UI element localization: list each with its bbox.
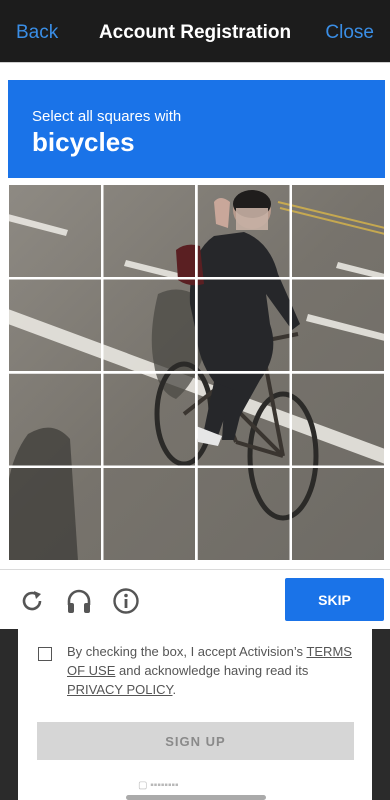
watermark-icon: ▢ ▪▪▪▪▪▪▪▪ <box>138 780 179 791</box>
captcha-tile-r3c1[interactable] <box>8 371 103 468</box>
captcha-prompt: Select all squares with bicycles <box>8 80 385 178</box>
captcha-tile-r3c2[interactable] <box>101 371 197 468</box>
captcha-tile-r4c2[interactable] <box>101 466 197 561</box>
captcha-tile-r4c4[interactable] <box>290 466 385 561</box>
home-indicator <box>126 795 266 800</box>
registration-form: By checking the box, I accept Activision… <box>18 628 372 800</box>
consent-checkbox[interactable] <box>38 647 52 661</box>
consent-prefix: By checking the box, I accept Activision… <box>67 644 307 659</box>
consent-text: By checking the box, I accept Activision… <box>67 642 359 699</box>
captcha-tile-r4c3[interactable] <box>195 466 292 561</box>
captcha-tile-r4c1[interactable] <box>8 466 103 561</box>
skip-button[interactable]: SKIP <box>285 578 384 621</box>
captcha-tile-r1c3[interactable] <box>195 184 292 279</box>
captcha-tile-r2c3[interactable] <box>195 277 292 373</box>
captcha-tile-r3c4[interactable] <box>290 371 385 468</box>
captcha-panel: Select all squares with bicycles SKIP <box>0 62 390 629</box>
captcha-tile-r3c3[interactable] <box>195 371 292 468</box>
captcha-tile-r2c2[interactable] <box>101 277 197 373</box>
captcha-tile-r1c4[interactable] <box>290 184 385 279</box>
captcha-tile-r1c1[interactable] <box>8 184 103 279</box>
captcha-tile-r2c1[interactable] <box>8 277 103 373</box>
privacy-policy-link[interactable]: PRIVACY POLICY <box>67 682 173 697</box>
captcha-tile-r1c2[interactable] <box>101 184 197 279</box>
captcha-tile-r2c4[interactable] <box>290 277 385 373</box>
sign-up-button[interactable]: SIGN UP <box>37 722 354 760</box>
captcha-instruction: Select all squares with <box>32 108 182 125</box>
consent-middle: and acknowledge having read its <box>115 663 309 678</box>
captcha-target: bicycles <box>32 127 135 157</box>
navigation-bar: Back Account Registration Close <box>0 0 390 62</box>
close-button[interactable]: Close <box>325 22 374 44</box>
captcha-image-grid <box>8 184 385 561</box>
info-icon[interactable] <box>111 586 141 616</box>
captcha-toolbar: SKIP <box>0 569 390 630</box>
consent-suffix: . <box>172 682 177 697</box>
headphones-icon[interactable] <box>64 586 94 616</box>
back-button[interactable]: Back <box>16 22 58 44</box>
reload-icon[interactable] <box>17 586 47 616</box>
